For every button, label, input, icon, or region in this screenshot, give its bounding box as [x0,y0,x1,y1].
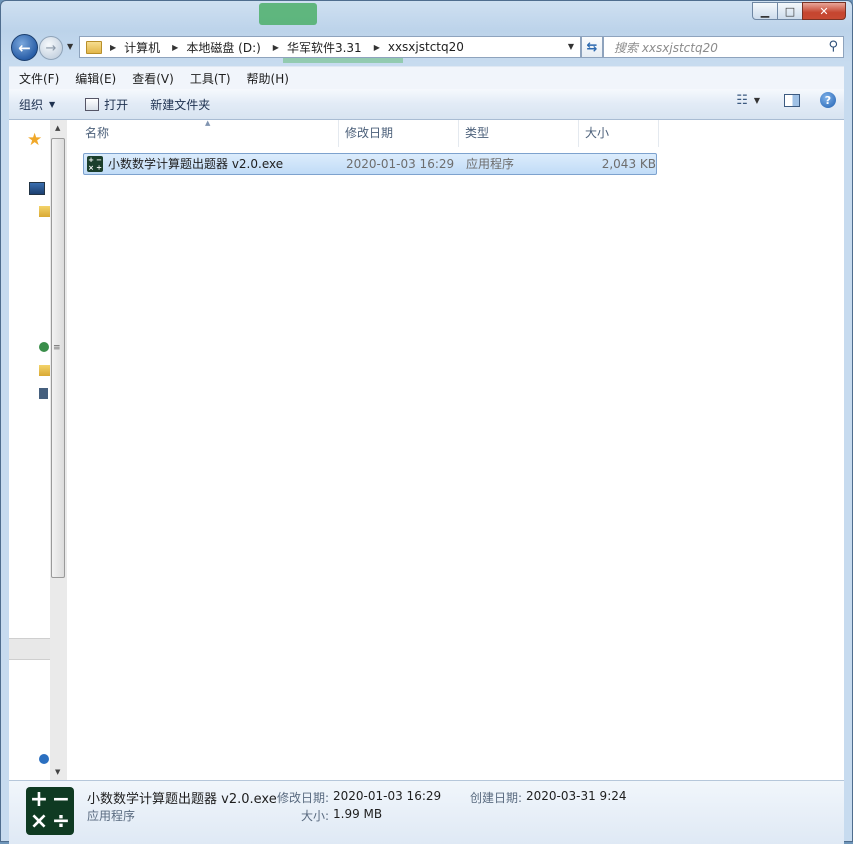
command-bar: 组织 ▼ 打开 新建文件夹 ☷ ▼ ? [9,89,844,120]
minimize-button[interactable]: ▁ [752,2,778,20]
column-header-type[interactable]: 类型 [459,120,579,147]
file-list: ▲ 名称 修改日期 类型 大小 + − × ÷ 小数数学计算题出题器 v2.0.exe… [67,119,844,780]
file-name: 小数数学计算题出题器 v2.0.exe [108,157,284,171]
desktop-icon[interactable] [29,182,45,195]
file-size: 2,043 KB [601,157,656,171]
menu-help[interactable]: 帮助(H) [239,70,297,87]
back-button[interactable]: ← [11,34,38,61]
new-folder-label: 新建文件夹 [150,97,211,112]
breadcrumb-item[interactable]: xxsxjstctq20 [388,40,464,54]
recent-pages-dropdown[interactable]: ▼ [67,42,73,51]
details-modified-label: 修改日期: [277,791,330,805]
open-button[interactable]: 打开 [77,92,136,116]
maximize-icon: □ [784,4,796,18]
sort-ascending-icon: ▲ [205,119,211,127]
breadcrumb-item[interactable]: 计算机 [124,39,160,56]
column-header-modified[interactable]: 修改日期 [339,120,459,147]
details-created-label: 创建日期: [470,791,523,805]
navigation-pane-separator [9,638,50,660]
menu-tools[interactable]: 工具(T) [182,70,239,87]
forward-arrow-icon: → [45,40,57,56]
file-type: 应用程序 [466,157,515,171]
details-created-value: 2020-03-31 9:24 [526,789,627,803]
menu-view[interactable]: 查看(V) [124,70,182,87]
column-label: 类型 [465,126,490,140]
navigation-scrollbar[interactable]: ▲ ≡ ▼ [50,120,67,780]
minimize-icon: ▁ [760,4,770,18]
details-pane: + − × ÷ 小数数学计算题出题器 v2.0.exe 应用程序 修改日期: 2020… [9,780,844,844]
chevron-right-icon[interactable]: ▶ [172,43,178,52]
app-icon-large: + − × ÷ [26,787,74,835]
organize-button[interactable]: 组织 ▼ [11,92,63,116]
organize-label: 组织 [19,97,44,112]
chevron-right-icon[interactable]: ▶ [374,43,380,52]
navigation-bar: ← → ▼ ▶ 计算机 ▶ 本地磁盘 (D:) ▶ 华军软件3.31 ▶ xxs… [9,33,844,61]
close-icon: ✕ [819,4,829,18]
refresh-icon: ⇆ [586,39,598,55]
view-options-dropdown[interactable]: ▼ [754,96,760,105]
change-view-icon[interactable]: ☷ [736,93,748,108]
preview-pane-icon[interactable] [784,93,800,107]
maximize-button[interactable]: □ [777,2,803,20]
window-controls: ▁ □ ✕ [752,2,846,20]
column-label: 修改日期 [345,126,394,140]
chevron-right-icon[interactable]: ▶ [273,43,279,52]
globe-icon[interactable] [39,754,49,764]
details-size-value: 1.99 MB [333,807,383,821]
search-box[interactable]: ⚲ [603,36,844,58]
background-window-fragment [259,3,317,25]
menu-file[interactable]: 文件(F) [9,70,67,87]
column-header-size[interactable]: 大小 [579,120,659,147]
column-label: 大小 [585,126,610,140]
details-size-label: 大小: [301,809,330,823]
forward-button[interactable]: → [39,36,63,60]
app-icon: + − × ÷ [87,156,103,172]
scrollbar-grip-icon: ≡ [53,343,61,353]
computer-icon[interactable] [39,388,48,399]
scroll-down-icon[interactable]: ▼ [55,768,60,776]
menu-edit[interactable]: 编辑(E) [67,70,124,87]
scroll-up-icon[interactable]: ▲ [55,124,60,132]
chevron-down-icon: ▼ [67,42,74,51]
search-icon[interactable]: ⚲ [828,39,838,54]
details-modified-value: 2020-01-03 16:29 [333,789,442,803]
close-button[interactable]: ✕ [802,2,846,20]
file-row[interactable]: + − × ÷ 小数数学计算题出题器 v2.0.exe 2020-01-03 16:2… [83,153,657,175]
refresh-button[interactable]: ⇆ [581,36,603,58]
menu-bar: 文件(F) 编辑(E) 查看(V) 工具(T) 帮助(H) [9,66,844,89]
column-label: 名称 [85,126,110,140]
search-input[interactable] [612,38,821,58]
navigation-pane: ★ [9,120,51,780]
view-controls: ☷ ▼ ? [736,92,836,108]
breadcrumb-item[interactable]: 本地磁盘 (D:) [186,39,260,56]
back-arrow-icon: ← [18,38,31,57]
breadcrumb-item[interactable]: 华军软件3.31 [287,39,362,56]
help-icon[interactable]: ? [820,92,836,108]
address-history-dropdown[interactable]: ▼ [568,42,574,51]
column-header-name[interactable]: ▲ 名称 [67,119,339,147]
open-icon [85,97,100,111]
open-label: 打开 [104,97,129,112]
file-modified: 2020-01-03 16:29 [346,157,455,171]
explorer-window: ▁ □ ✕ ← → ▼ ▶ 计算机 ▶ 本地磁盘 (D:) ▶ 华军软件3.31… [0,0,853,844]
network-icon[interactable] [39,342,49,352]
breadcrumb: ▶ 计算机 ▶ 本地磁盘 (D:) ▶ 华军软件3.31 ▶ xxsxjstct… [108,39,476,56]
details-file-name: 小数数学计算题出题器 v2.0.exe [87,792,277,807]
folder-icon [86,40,102,54]
scrollbar-thumb[interactable] [51,138,65,578]
favorites-star-icon[interactable]: ★ [27,130,42,150]
details-file-type: 应用程序 [87,809,136,823]
chevron-down-icon: ▼ [49,99,56,109]
chevron-right-icon[interactable]: ▶ [110,43,116,52]
address-bar[interactable]: ▶ 计算机 ▶ 本地磁盘 (D:) ▶ 华军软件3.31 ▶ xxsxjstct… [79,36,581,58]
column-headers: ▲ 名称 修改日期 类型 大小 [67,119,659,147]
